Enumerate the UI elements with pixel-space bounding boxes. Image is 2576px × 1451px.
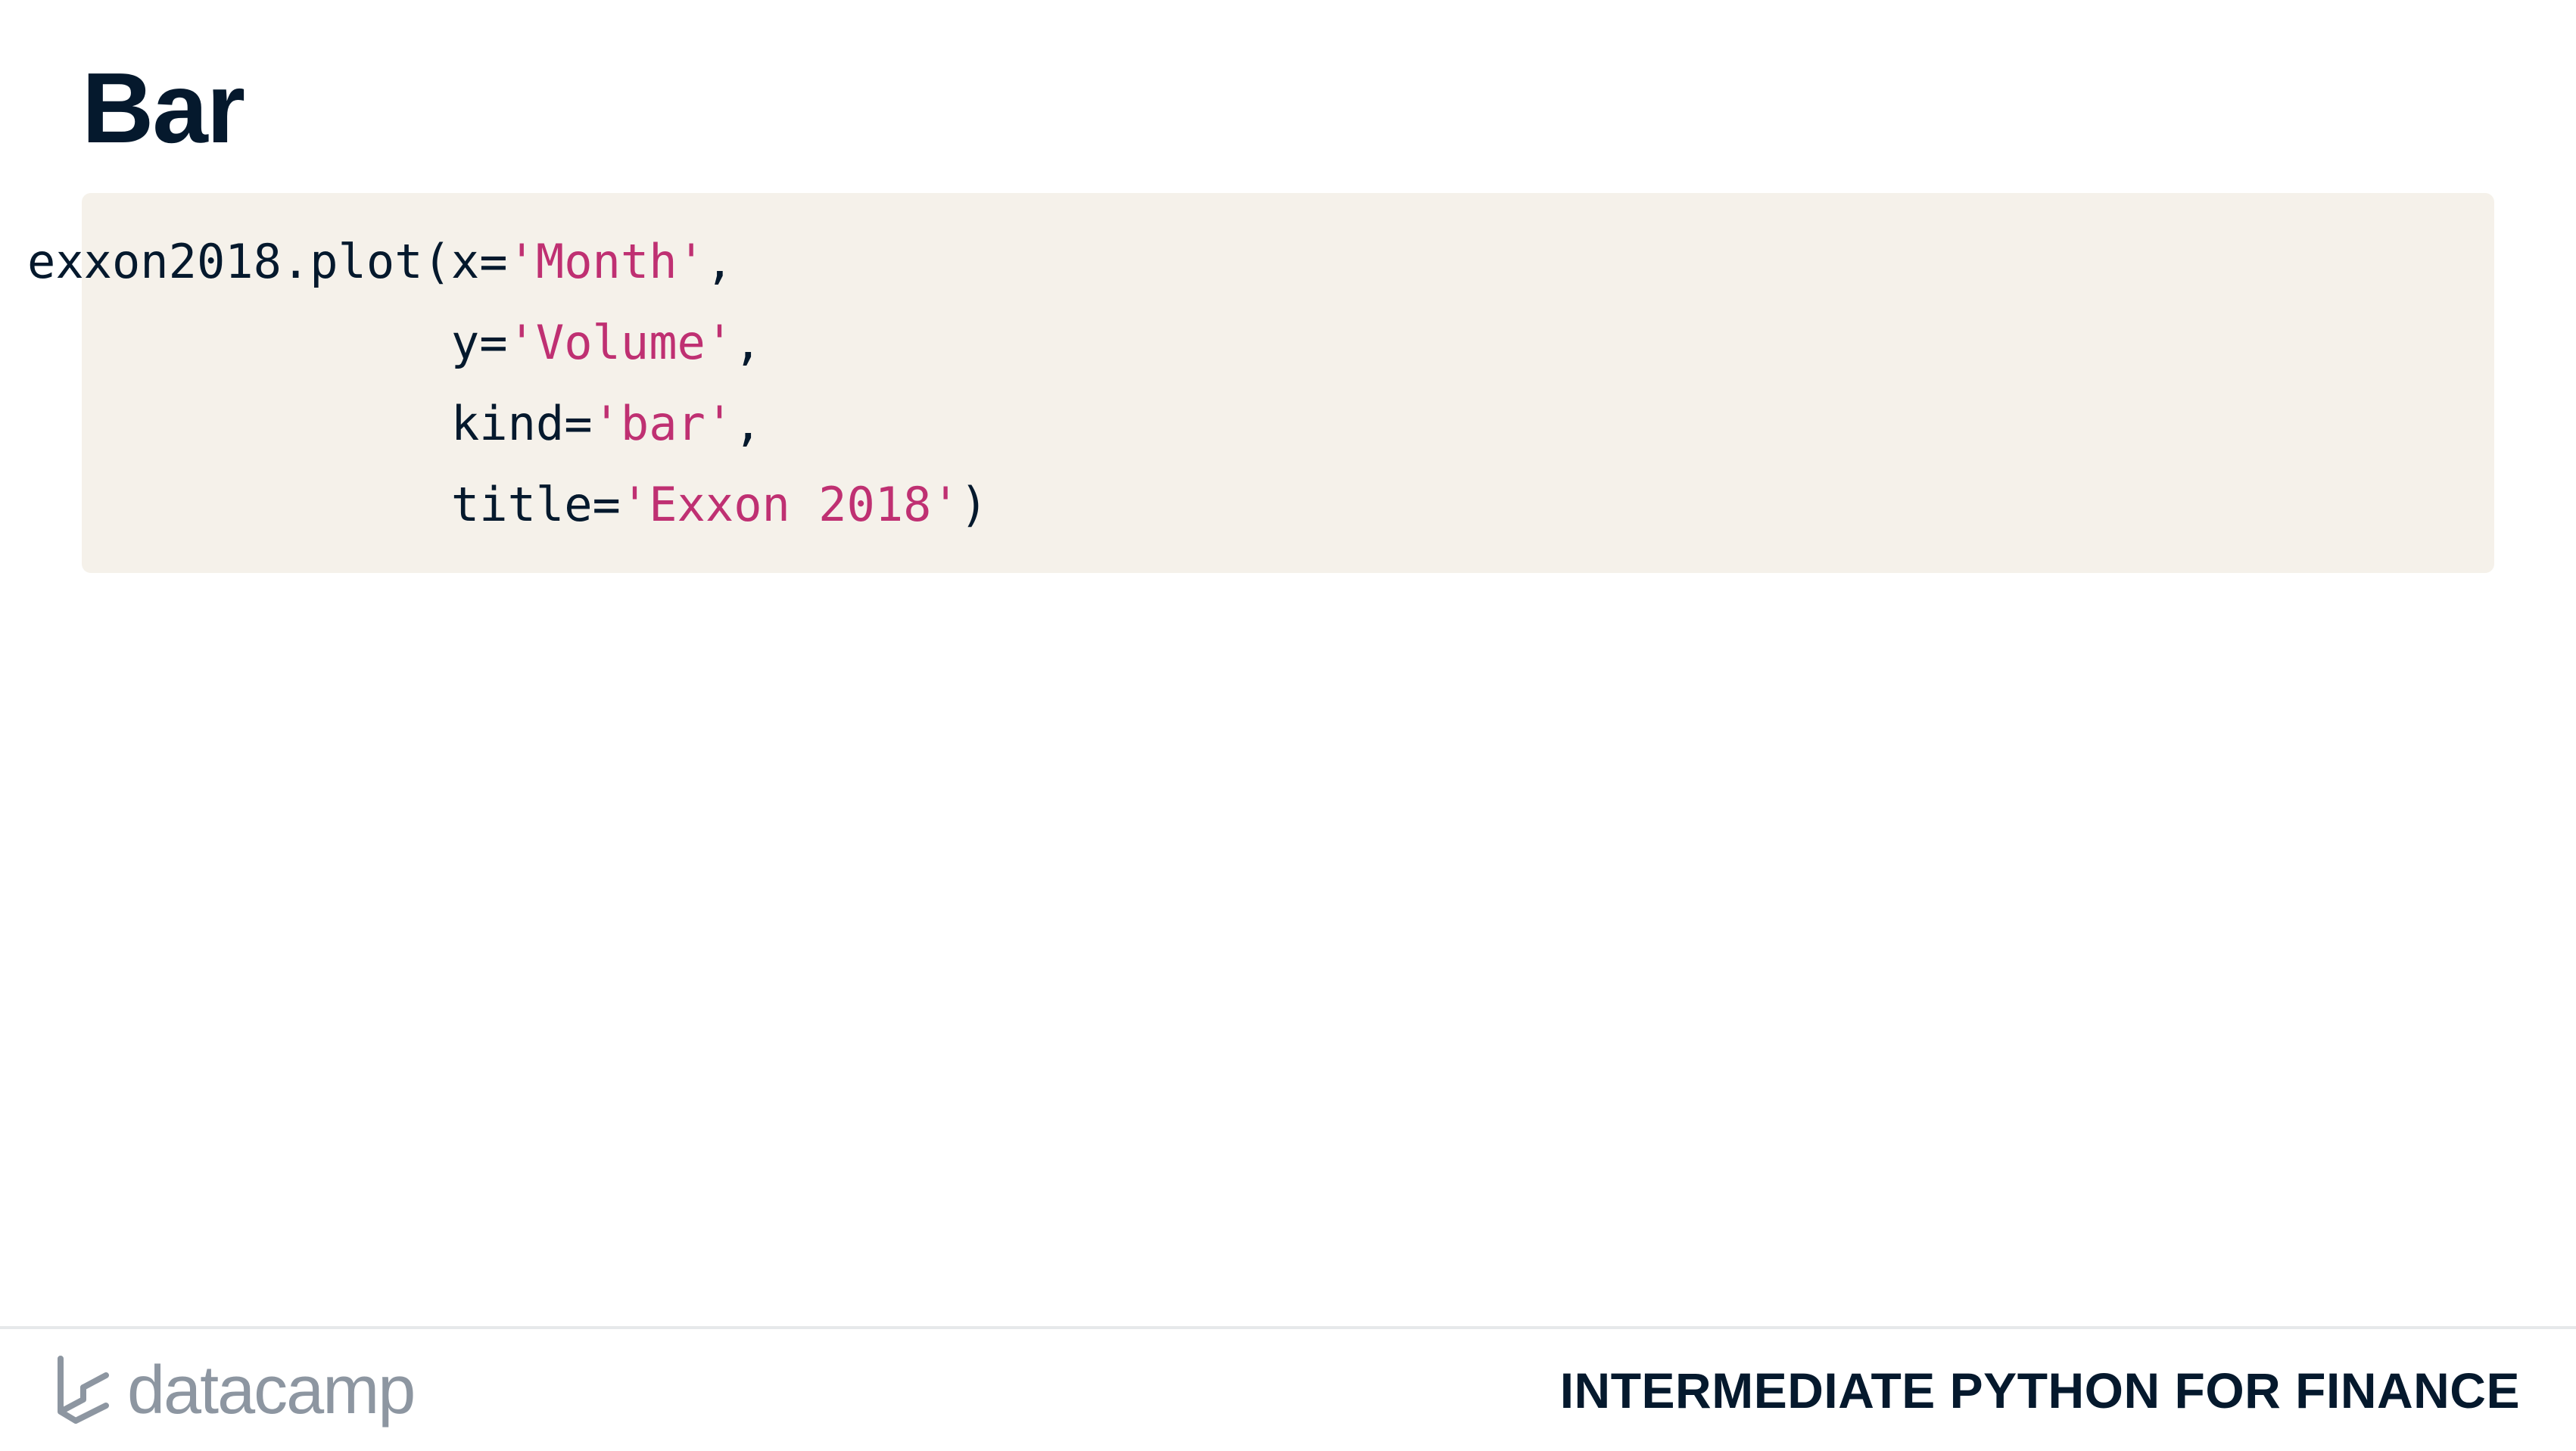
code-text: exxon2018.plot(x= (27, 234, 508, 289)
code-text: ) (959, 477, 989, 532)
datacamp-logo: datacamp (53, 1349, 416, 1432)
brand-name: datacamp (127, 1353, 416, 1428)
code-line-4: title='Exxon 2018') (27, 464, 988, 545)
code-text: y= (450, 315, 508, 370)
course-title: INTERMEDIATE PYTHON FOR FINANCE (1559, 1362, 2520, 1418)
code-line-1: exxon2018.plot(x='Month', (27, 221, 734, 302)
slide-title: Bar (82, 52, 245, 163)
code-text: , (734, 396, 762, 451)
code-text: , (705, 234, 734, 289)
code-text: , (734, 315, 762, 370)
code-string: 'Volume' (507, 315, 734, 370)
code-text: kind= (450, 396, 593, 451)
footer-divider (0, 1326, 2576, 1329)
code-line-2: y='Volume', (27, 302, 762, 383)
datacamp-logo-icon (58, 1356, 109, 1424)
code-line-3: kind='bar', (27, 383, 762, 464)
code-string: 'Exxon 2018' (620, 477, 960, 532)
code-text: title= (450, 477, 621, 532)
code-string: 'bar' (592, 396, 734, 451)
slide: Bar exxon2018.plot(x='Month', y='Volume'… (0, 0, 2576, 1451)
code-string: 'Month' (507, 234, 706, 289)
